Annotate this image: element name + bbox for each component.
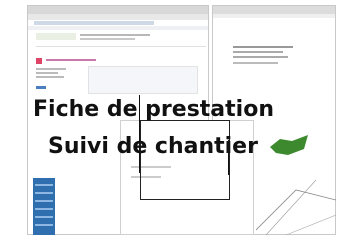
small-badge xyxy=(36,86,46,89)
text-selection-box[interactable] xyxy=(140,120,230,200)
sidebar-row[interactable] xyxy=(35,192,53,194)
content-card xyxy=(88,66,198,94)
overlay-title: Fiche de prestation xyxy=(33,97,274,122)
browser-tab-strip[interactable] xyxy=(28,14,208,20)
list-item xyxy=(36,76,64,78)
header-text-line xyxy=(80,38,135,40)
list-item xyxy=(36,72,58,74)
sidebar-row[interactable] xyxy=(35,200,53,202)
site-logo xyxy=(36,33,76,40)
sidebar-row[interactable] xyxy=(35,184,53,186)
doc-text-line xyxy=(233,56,288,58)
menu-icon[interactable] xyxy=(36,58,42,64)
sidebar-row[interactable] xyxy=(35,216,53,218)
menu-link[interactable] xyxy=(46,59,96,61)
sidebar-panel xyxy=(33,178,55,235)
doc-text-line xyxy=(233,62,278,64)
app-toolbar[interactable] xyxy=(213,14,335,18)
header-text-line xyxy=(80,34,150,36)
map-green-region xyxy=(270,135,308,155)
app-title-bar xyxy=(213,6,335,14)
sidebar-row[interactable] xyxy=(35,224,53,226)
browser-title-bar xyxy=(28,6,208,14)
address-bar[interactable] xyxy=(34,21,154,25)
sidebar-row[interactable] xyxy=(35,208,53,210)
doc-text-line xyxy=(233,46,293,48)
bookmarks-toolbar[interactable] xyxy=(28,26,208,30)
divider xyxy=(36,46,206,47)
map-lines xyxy=(256,179,336,235)
overlay-subtitle: Suivi de chantier xyxy=(48,134,258,159)
doc-text-line xyxy=(233,51,283,53)
list-item xyxy=(36,68,66,70)
